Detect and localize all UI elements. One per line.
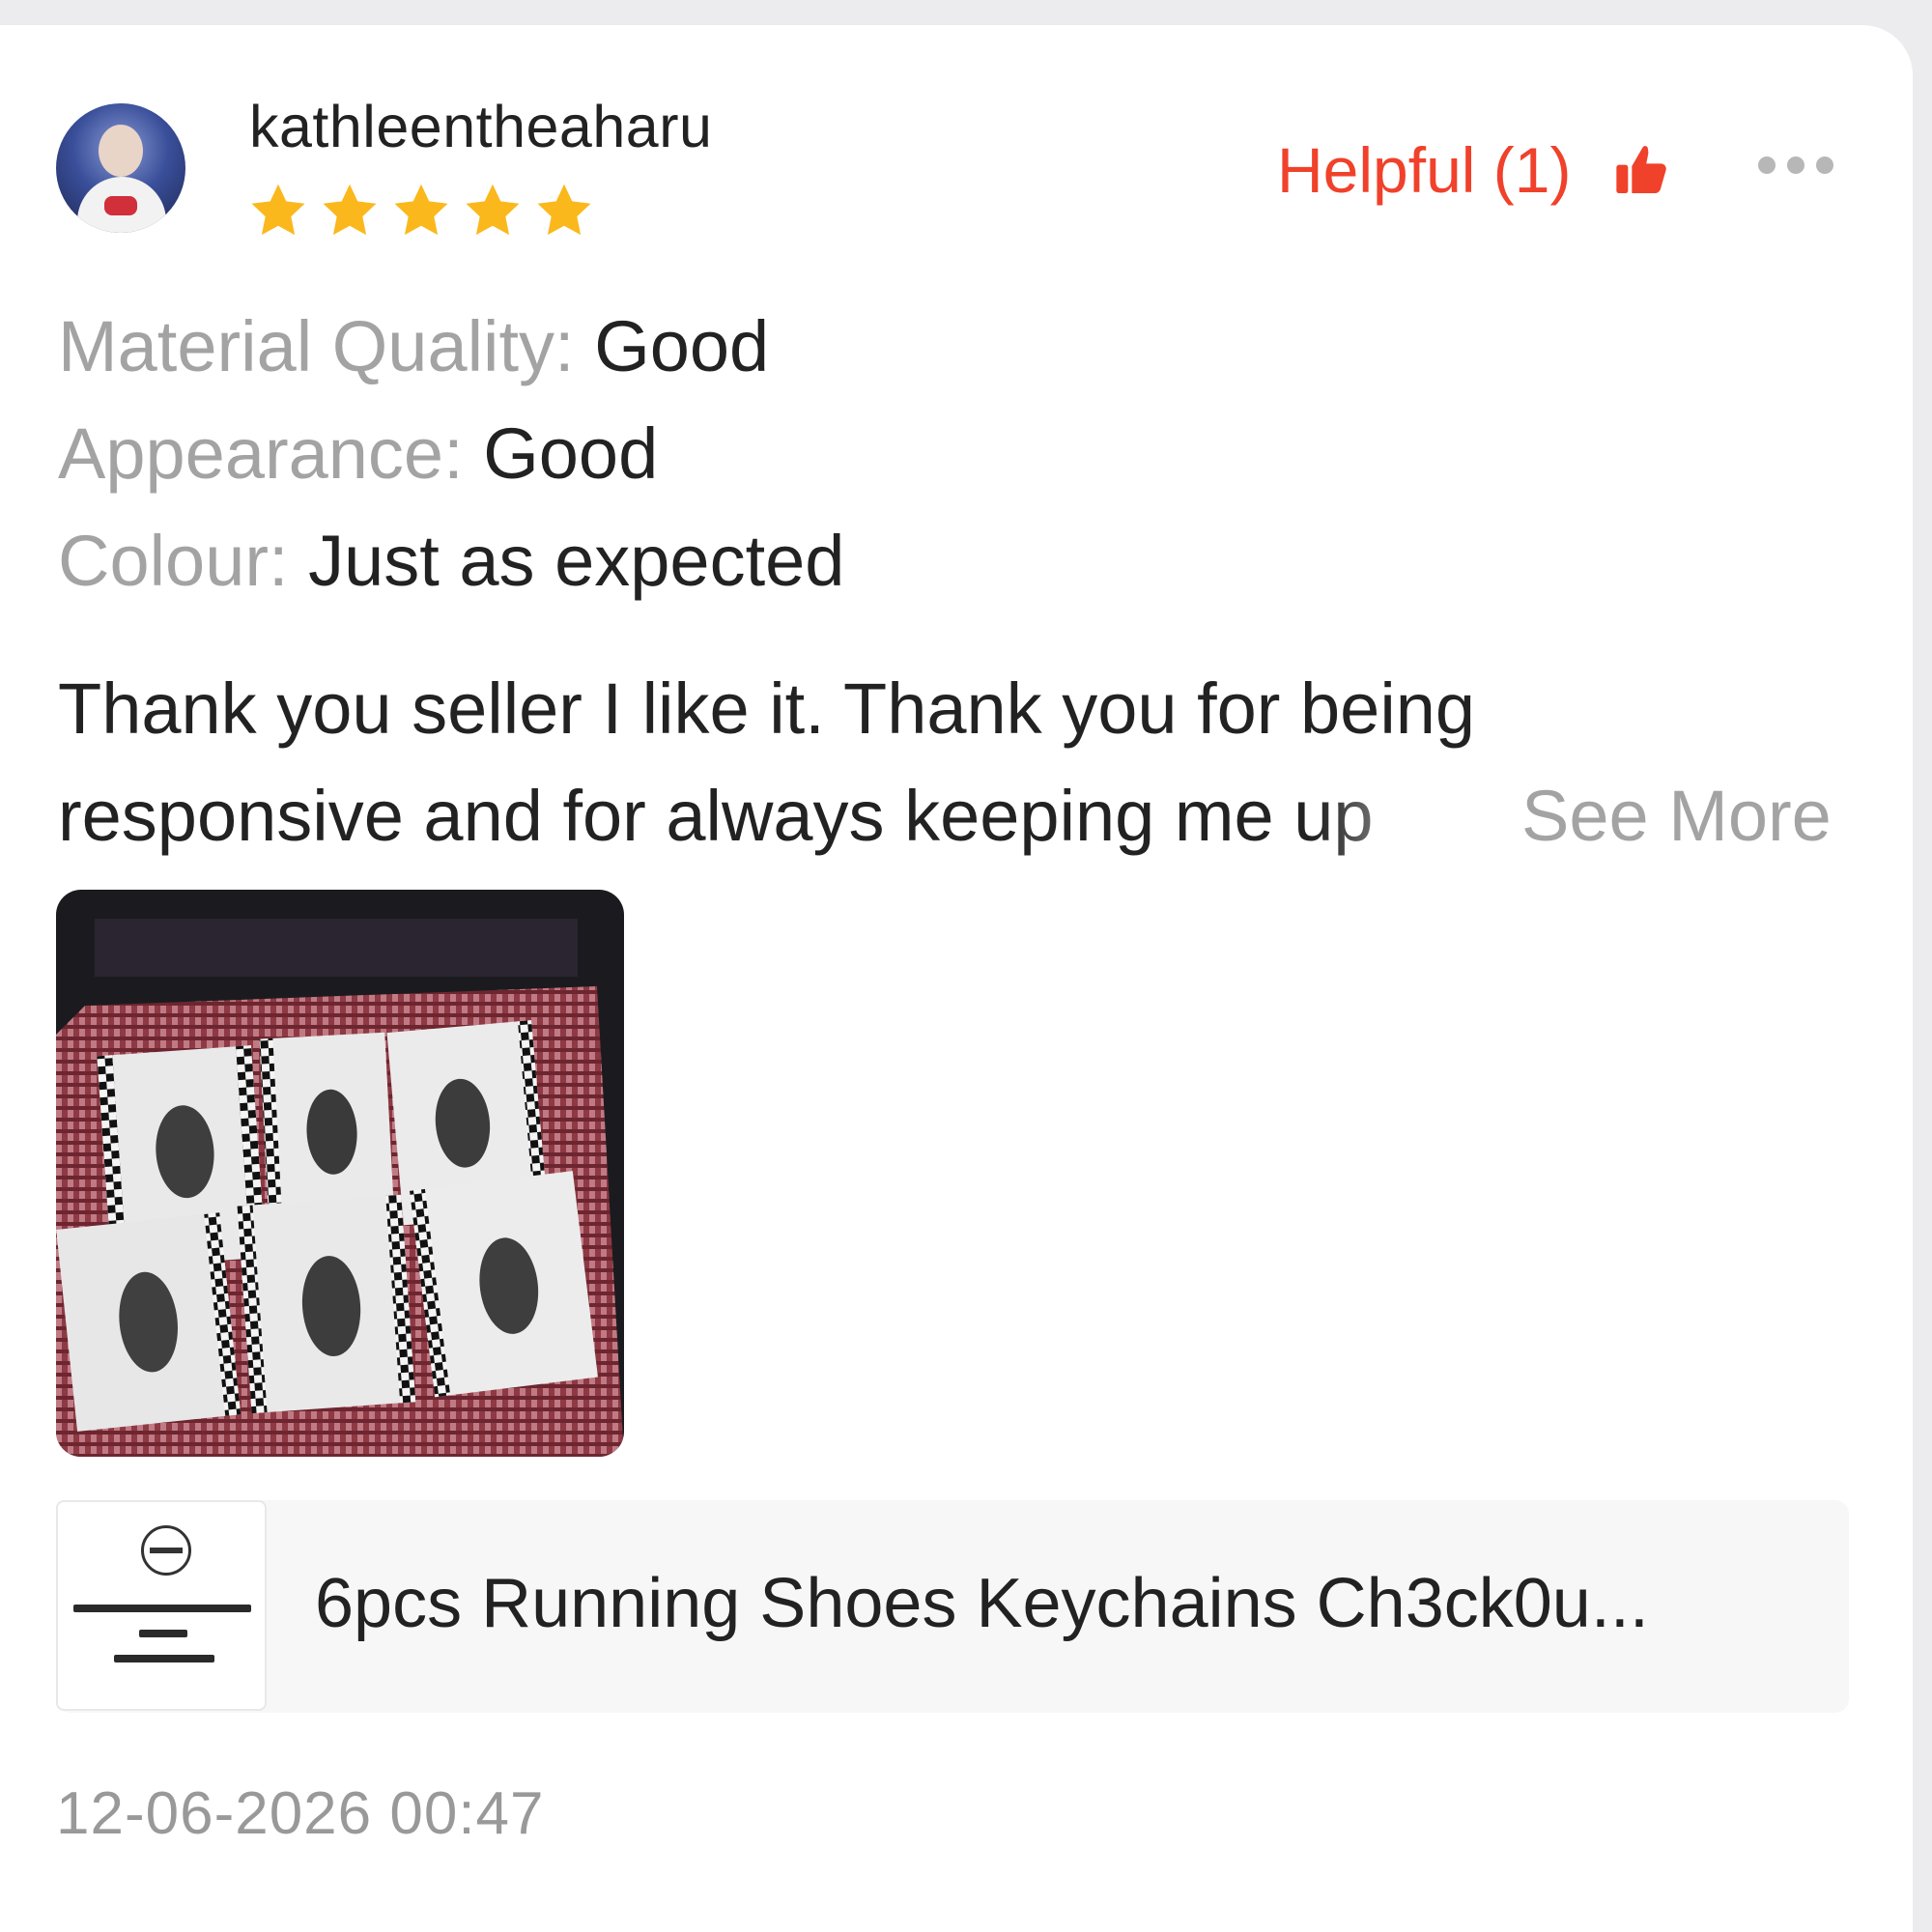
helpful-button[interactable]: Helpful (1) — [1277, 133, 1673, 207]
star-icon — [251, 184, 305, 236]
thumbnail-text-line — [114, 1655, 214, 1662]
more-options-button[interactable] — [1758, 156, 1833, 174]
attribute-key: Colour: — [58, 521, 289, 601]
see-more-link[interactable]: See More — [1521, 762, 1832, 869]
star-icon — [323, 184, 377, 236]
attribute-value: Just as expected — [308, 521, 845, 601]
review-text-line: Thank you seller I like it. Thank you fo… — [58, 668, 1476, 749]
avatar-shirt-print — [104, 196, 137, 215]
product-link[interactable]: 6pcs Running Shoes Keychains Ch3ck0u... — [56, 1500, 1849, 1713]
star-rating — [247, 180, 595, 242]
attribute-appearance: Appearance: Good — [58, 418, 658, 490]
more-dot — [1787, 156, 1804, 174]
star-icon — [466, 184, 520, 236]
thumbnail-text-line — [139, 1630, 187, 1637]
attribute-colour: Colour: Just as expected — [58, 526, 844, 597]
avatar-face — [99, 125, 143, 177]
helpful-label: Helpful (1) — [1277, 134, 1572, 206]
star-icon — [394, 184, 448, 236]
review-photo-image — [56, 890, 624, 1457]
product-title: 6pcs Running Shoes Keychains Ch3ck0u... — [315, 1565, 1649, 1642]
attribute-value: Good — [483, 413, 659, 494]
attribute-key: Material Quality: — [58, 306, 575, 386]
review-photo[interactable] — [56, 890, 624, 1457]
more-dot — [1816, 156, 1833, 174]
reviewer-username[interactable]: kathleentheaharu — [249, 93, 712, 160]
product-logo — [141, 1525, 191, 1576]
more-dot — [1758, 156, 1776, 174]
attribute-material-quality: Material Quality: Good — [58, 311, 769, 383]
thumbnail-text-line — [73, 1605, 251, 1612]
star-icon — [537, 184, 591, 236]
attribute-key: Appearance: — [58, 413, 464, 494]
product-thumbnail — [56, 1500, 267, 1711]
user-avatar[interactable] — [56, 103, 185, 233]
attribute-value: Good — [594, 306, 770, 386]
review-date: 12-06-2026 00:47 — [56, 1780, 545, 1847]
review-text-line: responsive and for always keeping me up — [58, 776, 1374, 856]
thumbs-up-icon — [1616, 146, 1667, 194]
